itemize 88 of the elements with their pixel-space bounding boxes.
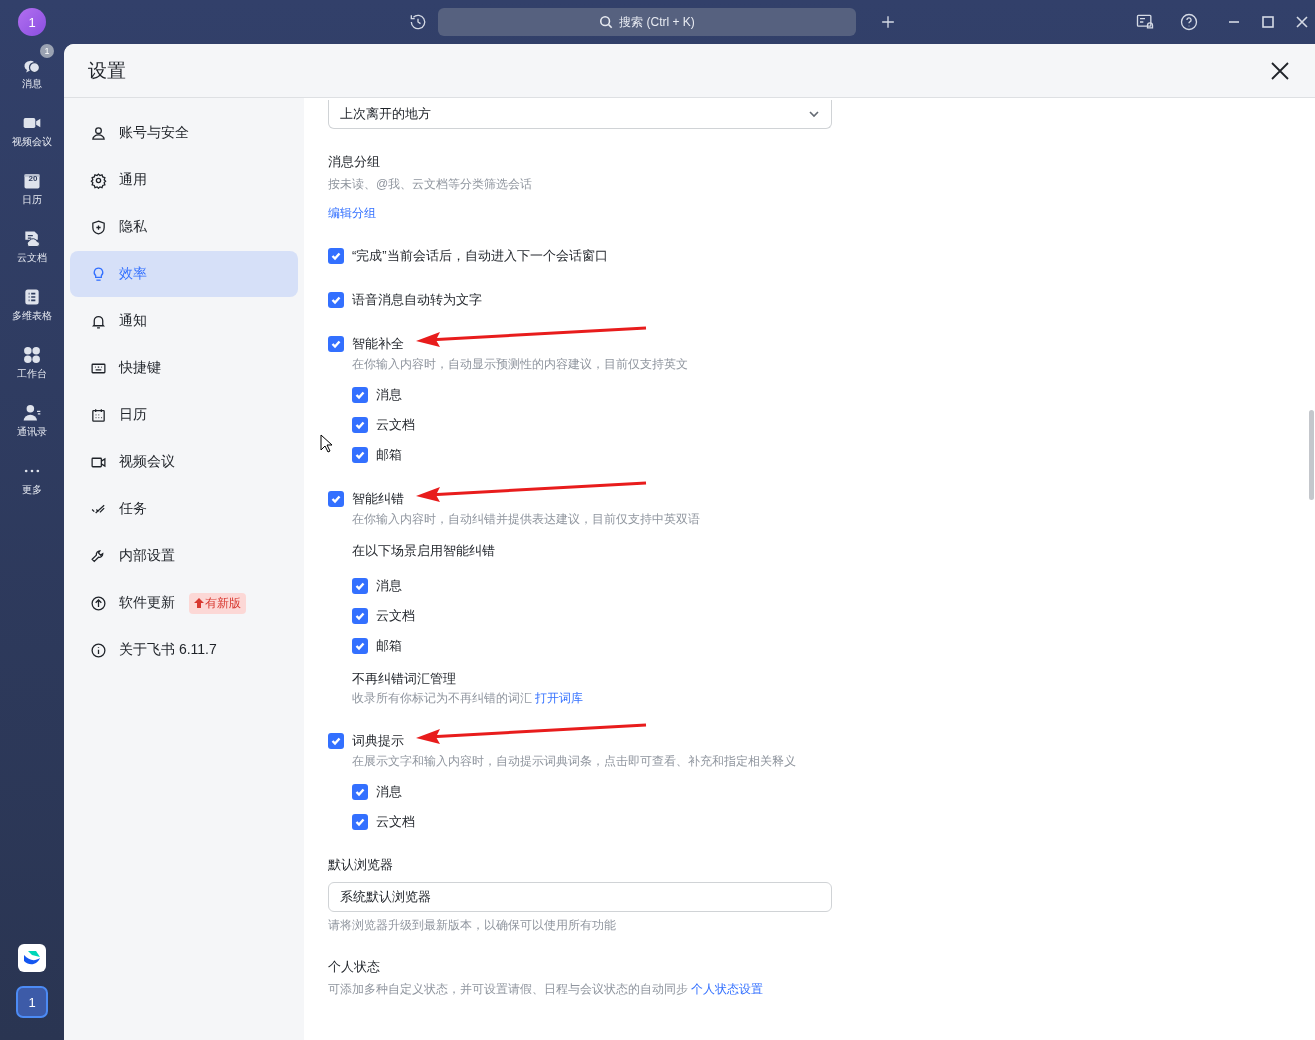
checkbox-label: 云文档 — [376, 416, 415, 434]
rail-label[interactable]: 通讯录 — [17, 425, 47, 439]
checkbox-label: 智能纠错 — [352, 490, 404, 508]
checkbox-label: 邮箱 — [376, 446, 402, 464]
checkbox[interactable] — [328, 292, 344, 308]
rail-label[interactable]: 云文档 — [17, 251, 47, 265]
chevron-down-icon — [808, 108, 820, 120]
checkbox[interactable] — [352, 784, 368, 800]
checkbox[interactable] — [328, 248, 344, 264]
search-field[interactable]: 搜索 (Ctrl + K) — [438, 8, 856, 36]
subheading: 在以下场景启用智能纠错 — [352, 542, 496, 560]
checkbox[interactable] — [328, 336, 344, 352]
setting-description: 收录所有你标记为不再纠错的词汇 打开词库 — [352, 690, 585, 707]
setting-title: 不再纠错词汇管理 — [352, 670, 457, 688]
table-icon[interactable] — [22, 287, 42, 307]
app-logo-icon[interactable] — [18, 944, 46, 972]
document-cloud-icon[interactable] — [22, 229, 42, 249]
search-icon — [599, 15, 614, 29]
setting-description: 可添加多种自定义状态，并可设置请假、日程与会议状态的自动同步 个人状态设置 — [328, 981, 765, 998]
checkbox-label: 消息 — [376, 386, 402, 404]
dropdown[interactable]: 上次离开的地方 — [328, 100, 832, 129]
checkbox-label: 消息 — [376, 577, 402, 595]
checkbox-label: “完成”当前会话后，自动进入下一个会话窗口 — [352, 247, 608, 265]
close-icon[interactable] — [1269, 59, 1291, 82]
shield-icon — [90, 218, 107, 236]
rail-label[interactable]: 日历 — [22, 193, 42, 207]
avatar[interactable]: 1 — [18, 8, 46, 36]
scrollbar[interactable] — [1309, 410, 1314, 500]
checkbox-label: 消息 — [376, 783, 402, 801]
checkbox-label: 邮箱 — [376, 637, 402, 655]
update-badge: 有新版 — [189, 592, 246, 614]
calendar-date: 20 — [27, 174, 39, 183]
link[interactable]: 打开词库 — [535, 691, 584, 705]
nav-item[interactable]: 通用 — [70, 157, 298, 203]
nav-item[interactable]: 通知 — [70, 298, 298, 344]
unread-badge: 1 — [40, 44, 54, 58]
nav-item[interactable]: 软件更新 有新版 — [70, 580, 298, 626]
grid-icon[interactable] — [22, 345, 42, 365]
rail-label[interactable]: 消息 — [22, 77, 42, 91]
calendar-icon[interactable] — [22, 171, 42, 191]
mouse-cursor-icon — [320, 434, 332, 453]
calendar-icon — [90, 406, 107, 424]
checkbox[interactable] — [328, 733, 344, 749]
checkbox-label: 云文档 — [376, 813, 415, 831]
help-icon[interactable] — [1179, 12, 1199, 32]
history-icon[interactable] — [408, 12, 428, 32]
contact-icon[interactable] — [22, 403, 42, 423]
checkbox-label: 智能补全 — [352, 335, 404, 353]
setting-title: 个人状态 — [328, 958, 381, 976]
rail-label[interactable]: 更多 — [22, 483, 42, 497]
checkbox-label: 词典提示 — [352, 732, 404, 750]
nav-item[interactable]: 快捷键 — [70, 345, 298, 391]
rail-label[interactable]: 视频会议 — [12, 135, 52, 149]
up-arrow-circle-icon — [90, 594, 107, 612]
checkbox-label: 云文档 — [376, 607, 415, 625]
person-icon — [90, 124, 107, 142]
rail-label[interactable]: 多维表格 — [12, 309, 52, 323]
setting-description: 在展示文字和输入内容时，自动提示词典词条，点击即可查看、补充和指定相关释义 — [352, 753, 797, 770]
checkbox[interactable] — [352, 814, 368, 830]
checkbox[interactable] — [352, 638, 368, 654]
setting-description: 在你输入内容时，自动显示预测性的内容建议，目前仅支持英文 — [352, 356, 689, 373]
setting-description: 在你输入内容时，自动纠错并提供表达建议，目前仅支持中英双语 — [352, 511, 701, 528]
nav-item[interactable]: 账号与安全 — [70, 110, 298, 156]
gear-icon — [90, 171, 107, 189]
workspace-switcher[interactable]: 1 — [16, 986, 48, 1018]
nav-item[interactable]: 视频会议 — [70, 439, 298, 485]
setting-title: 默认浏览器 — [328, 856, 394, 874]
browser-dropdown[interactable]: 系统默认浏览器 — [328, 882, 832, 912]
nav-item[interactable]: 关于飞书 6.11.7 — [70, 627, 298, 673]
rail-label[interactable]: 工作台 — [17, 367, 47, 381]
checkbox[interactable] — [352, 447, 368, 463]
setting-title: 消息分组 — [328, 153, 381, 171]
nav-item[interactable]: 隐私 — [70, 204, 298, 250]
checkbox[interactable] — [352, 608, 368, 624]
checkbox-label: 语音消息自动转为文字 — [352, 291, 482, 309]
checkbox[interactable] — [352, 387, 368, 403]
link[interactable]: 编辑分组 — [328, 205, 376, 222]
dialog-title: 设置 — [88, 58, 127, 83]
link[interactable]: 个人状态设置 — [691, 982, 764, 996]
nav-item[interactable]: 任务 — [70, 486, 298, 532]
checkbox[interactable] — [328, 491, 344, 507]
setting-description: 请将浏览器升级到最新版本，以确保可以使用所有功能 — [328, 917, 617, 934]
checkbox[interactable] — [352, 417, 368, 433]
nav-item[interactable]: 内部设置 — [70, 533, 298, 579]
nav-item[interactable]: 日历 — [70, 392, 298, 438]
checkbox[interactable] — [352, 578, 368, 594]
setting-description: 按未读、@我、云文档等分类筛选会话 — [328, 176, 534, 193]
info-icon — [90, 641, 107, 659]
